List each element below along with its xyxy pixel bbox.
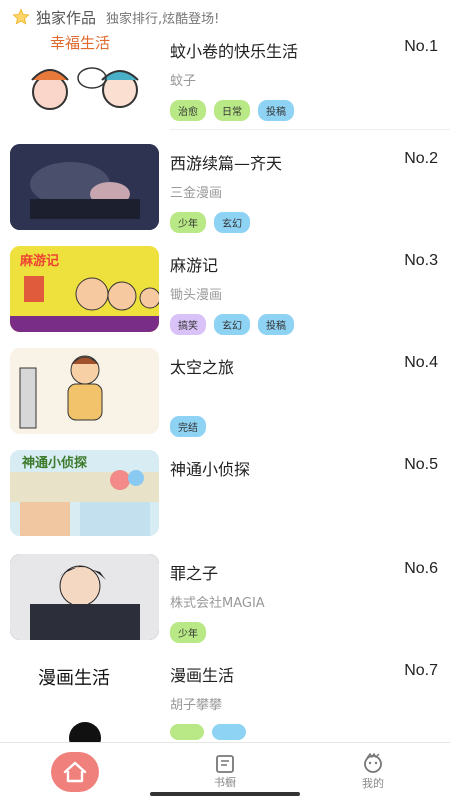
rank-label: No.7	[404, 662, 438, 680]
cover-illustration	[10, 554, 159, 640]
list-item[interactable]: 漫画生活 漫画生活 No.7 胡子攀攀	[0, 660, 450, 742]
rank-label: No.3	[404, 252, 438, 270]
comic-cover[interactable]: 漫画生活	[10, 660, 159, 742]
rank-label: No.1	[404, 38, 438, 56]
comic-cover[interactable]	[10, 348, 159, 434]
ranking-list[interactable]: 幸福生活 蚊小卷的快乐生活 No.1 蚊子 治愈 日常 投稿 西游续篇—齐天 N…	[0, 34, 450, 742]
home-button[interactable]	[51, 752, 99, 792]
genre-tag[interactable]: 玄幻	[214, 314, 250, 335]
genre-tag[interactable]	[170, 724, 204, 740]
genre-tag[interactable]: 完结	[170, 416, 206, 437]
author-name: 蚊子	[170, 70, 196, 89]
tag-list: 搞笑 玄幻 投稿	[170, 314, 294, 335]
genre-tag[interactable]: 少年	[170, 622, 206, 643]
tag-list: 少年	[170, 622, 206, 643]
author-name: 胡子攀攀	[170, 694, 222, 713]
profile-icon	[361, 753, 385, 775]
cover-illustration	[10, 144, 159, 230]
comic-title[interactable]: 漫画生活	[170, 662, 234, 686]
section-header: 独家作品 独家排行,炫酷登场!	[0, 0, 450, 34]
tab-profile-label: 我的	[362, 775, 384, 791]
genre-tag[interactable]: 投稿	[258, 314, 294, 335]
comic-title[interactable]: 罪之子	[170, 560, 218, 584]
genre-tag[interactable]: 治愈	[170, 100, 206, 121]
genre-tag[interactable]	[212, 724, 246, 740]
home-icon	[62, 760, 88, 784]
section-title: 独家作品	[36, 7, 96, 28]
rank-label: No.4	[404, 354, 438, 372]
list-item[interactable]: 幸福生活 蚊小卷的快乐生活 No.1 蚊子 治愈 日常 投稿	[0, 34, 450, 130]
list-item[interactable]: 麻游记 麻游记 No.3 锄头漫画 搞笑 玄幻 投稿	[0, 236, 450, 342]
author-name: 株式会社MAGIA	[170, 592, 265, 611]
genre-tag[interactable]: 投稿	[258, 100, 294, 121]
comic-title[interactable]: 麻游记	[170, 252, 218, 276]
gesture-bar	[150, 792, 300, 796]
rank-label: No.6	[404, 560, 438, 578]
comic-cover[interactable]	[10, 144, 159, 230]
list-item[interactable]: 神通小侦探 神通小侦探 No.5	[0, 448, 450, 554]
rank-label: No.2	[404, 150, 438, 168]
bookshelf-icon	[214, 754, 236, 774]
comic-cover[interactable]: 麻游记	[10, 246, 159, 332]
list-item[interactable]: 西游续篇—齐天 No.2 三金漫画 少年 玄幻	[0, 130, 450, 236]
genre-tag[interactable]: 玄幻	[214, 212, 250, 233]
comic-title[interactable]: 西游续篇—齐天	[170, 150, 282, 174]
list-item[interactable]: 太空之旅 No.4 完结	[0, 342, 450, 448]
comic-title[interactable]: 太空之旅	[170, 354, 234, 378]
cover-title: 麻游记	[20, 250, 59, 269]
cover-title: 漫画生活	[38, 664, 110, 690]
genre-tag[interactable]: 搞笑	[170, 314, 206, 335]
comic-cover[interactable]: 神通小侦探	[10, 450, 159, 536]
author-name: 锄头漫画	[170, 284, 222, 303]
genre-tag[interactable]: 少年	[170, 212, 206, 233]
cover-title: 神通小侦探	[22, 452, 87, 471]
star-icon	[12, 8, 30, 26]
author-name: 三金漫画	[170, 182, 222, 201]
tab-profile[interactable]: 我的	[348, 743, 398, 801]
tag-list	[170, 724, 246, 740]
tag-list: 少年 玄幻	[170, 212, 250, 233]
comic-cover[interactable]: 幸福生活	[10, 34, 159, 120]
comic-cover[interactable]	[10, 554, 159, 640]
rank-label: No.5	[404, 456, 438, 474]
list-item[interactable]: 罪之子 No.6 株式会社MAGIA 少年	[0, 554, 450, 660]
cover-title: 幸福生活	[50, 34, 110, 53]
tab-bookshelf-label: 书橱	[214, 774, 236, 790]
comic-title[interactable]: 神通小侦探	[170, 456, 250, 480]
tag-list: 完结	[170, 416, 206, 437]
comic-title[interactable]: 蚊小卷的快乐生活	[170, 38, 298, 62]
cover-illustration	[10, 348, 159, 434]
bottom-tab-bar: 书橱 我的	[0, 742, 450, 800]
tag-list: 治愈 日常 投稿	[170, 100, 294, 121]
tab-home[interactable]	[50, 743, 100, 801]
genre-tag[interactable]: 日常	[214, 100, 250, 121]
section-subtitle: 独家排行,炫酷登场!	[106, 8, 219, 27]
